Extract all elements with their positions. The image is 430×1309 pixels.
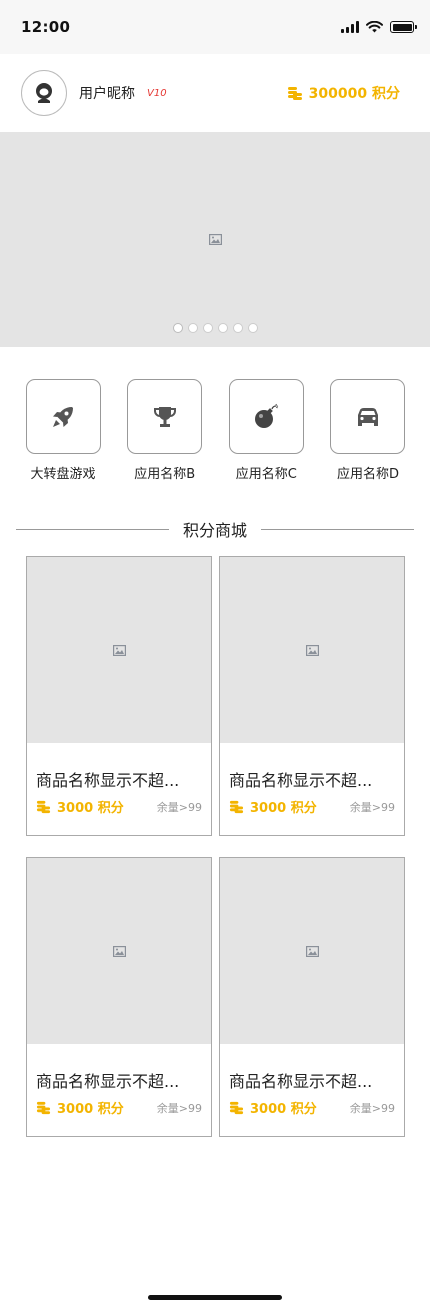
carousel-dot[interactable] <box>217 323 228 333</box>
product-price: 3000 积分 <box>36 1098 124 1117</box>
carousel-dot[interactable] <box>187 323 198 333</box>
divider <box>16 528 169 530</box>
coins-icon <box>229 800 244 814</box>
points-balance[interactable]: 300000 积分 <box>287 83 400 103</box>
bomb-icon <box>255 403 279 428</box>
avatar[interactable] <box>21 70 67 116</box>
product-grid: 商品名称显示不超... 3000 积分 余量>99 商品名称显示不超... 30… <box>0 556 430 1137</box>
status-icons <box>341 21 417 33</box>
product-image[interactable] <box>27 858 211 1044</box>
product-image[interactable] <box>27 557 211 743</box>
carousel-dot[interactable] <box>172 323 183 333</box>
carousel-dots <box>0 323 430 333</box>
product-price: 3000 积分 <box>229 1098 317 1117</box>
rocket-icon <box>53 406 73 427</box>
app-icon-box[interactable] <box>25 379 101 454</box>
app-grid: 大转盘游戏 应用名称B 应用名称C 应用名称D <box>0 347 430 482</box>
product-points: 3000 积分 <box>57 801 124 816</box>
product-card[interactable]: 商品名称显示不超... 3000 积分 余量>99 <box>26 556 212 836</box>
product-meta: 3000 积分 余量>99 <box>220 791 404 816</box>
product-name: 商品名称显示不超... <box>229 771 373 790</box>
user-avatar-icon <box>36 83 52 103</box>
product-price: 3000 积分 <box>229 797 317 816</box>
wifi-icon <box>366 21 383 33</box>
carousel-dot[interactable] <box>202 323 213 333</box>
user-info[interactable]: 用户昵称 V10 <box>21 70 167 116</box>
battery-icon <box>390 21 417 33</box>
car-icon <box>357 407 378 426</box>
product-price: 3000 积分 <box>36 797 124 816</box>
section-title: 积分商城 <box>183 521 248 540</box>
image-placeholder-icon <box>112 644 126 656</box>
image-placeholder-icon <box>305 945 319 957</box>
section-header-mall: 积分商城 <box>16 514 415 544</box>
app-label: 大转盘游戏 <box>30 467 96 482</box>
image-placeholder-icon <box>208 234 222 245</box>
vip-level-badge: V10 <box>147 87 167 99</box>
product-meta: 3000 积分 余量>99 <box>27 791 211 816</box>
points-balance-value: 300000 积分 <box>308 86 400 102</box>
product-image[interactable] <box>220 557 404 743</box>
cellular-signal-icon <box>341 21 359 33</box>
product-meta: 3000 积分 余量>99 <box>220 1092 404 1117</box>
app-item-wheel-game[interactable]: 大转盘游戏 <box>25 379 101 482</box>
product-card[interactable]: 商品名称显示不超... 3000 积分 余量>99 <box>219 857 405 1137</box>
app-label: 应用名称D <box>336 467 399 482</box>
product-card[interactable]: 商品名称显示不超... 3000 积分 余量>99 <box>26 857 212 1137</box>
home-indicator[interactable] <box>148 1295 282 1300</box>
app-label: 应用名称B <box>134 467 196 482</box>
product-image[interactable] <box>220 858 404 1044</box>
product-name: 商品名称显示不超... <box>36 771 180 790</box>
product-stock: 余量>99 <box>349 800 395 814</box>
product-points: 3000 积分 <box>57 1102 124 1117</box>
coins-icon <box>229 1101 244 1115</box>
app-item-b[interactable]: 应用名称B <box>127 379 203 482</box>
product-name: 商品名称显示不超... <box>36 1072 180 1091</box>
carousel-dot[interactable] <box>247 323 258 333</box>
divider <box>261 528 415 530</box>
coins-icon <box>287 87 302 100</box>
product-points: 3000 积分 <box>250 1102 317 1117</box>
image-placeholder-icon <box>305 644 319 656</box>
app-item-c[interactable]: 应用名称C <box>228 379 304 482</box>
app-icon-box[interactable] <box>228 379 304 454</box>
product-card[interactable]: 商品名称显示不超... 3000 积分 余量>99 <box>219 556 405 836</box>
product-stock: 余量>99 <box>156 800 202 814</box>
status-bar: 12:00 <box>0 0 430 54</box>
product-meta: 3000 积分 余量>99 <box>27 1092 211 1117</box>
app-icon-box[interactable] <box>330 379 406 454</box>
product-points: 3000 积分 <box>250 801 317 816</box>
banner-carousel[interactable] <box>0 132 430 347</box>
image-placeholder-icon <box>112 945 126 957</box>
trophy-icon <box>153 406 176 427</box>
user-nickname: 用户昵称 <box>79 86 135 102</box>
product-stock: 余量>99 <box>156 1101 202 1115</box>
product-name: 商品名称显示不超... <box>229 1072 373 1091</box>
app-icon-box[interactable] <box>127 379 203 454</box>
app-item-d[interactable]: 应用名称D <box>330 379 406 482</box>
status-time: 12:00 <box>21 18 71 36</box>
coins-icon <box>36 1101 51 1115</box>
coins-icon <box>36 800 51 814</box>
user-header: 用户昵称 V10 300000 积分 <box>0 54 430 132</box>
carousel-dot[interactable] <box>232 323 243 333</box>
product-stock: 余量>99 <box>349 1101 395 1115</box>
app-label: 应用名称C <box>235 467 297 482</box>
